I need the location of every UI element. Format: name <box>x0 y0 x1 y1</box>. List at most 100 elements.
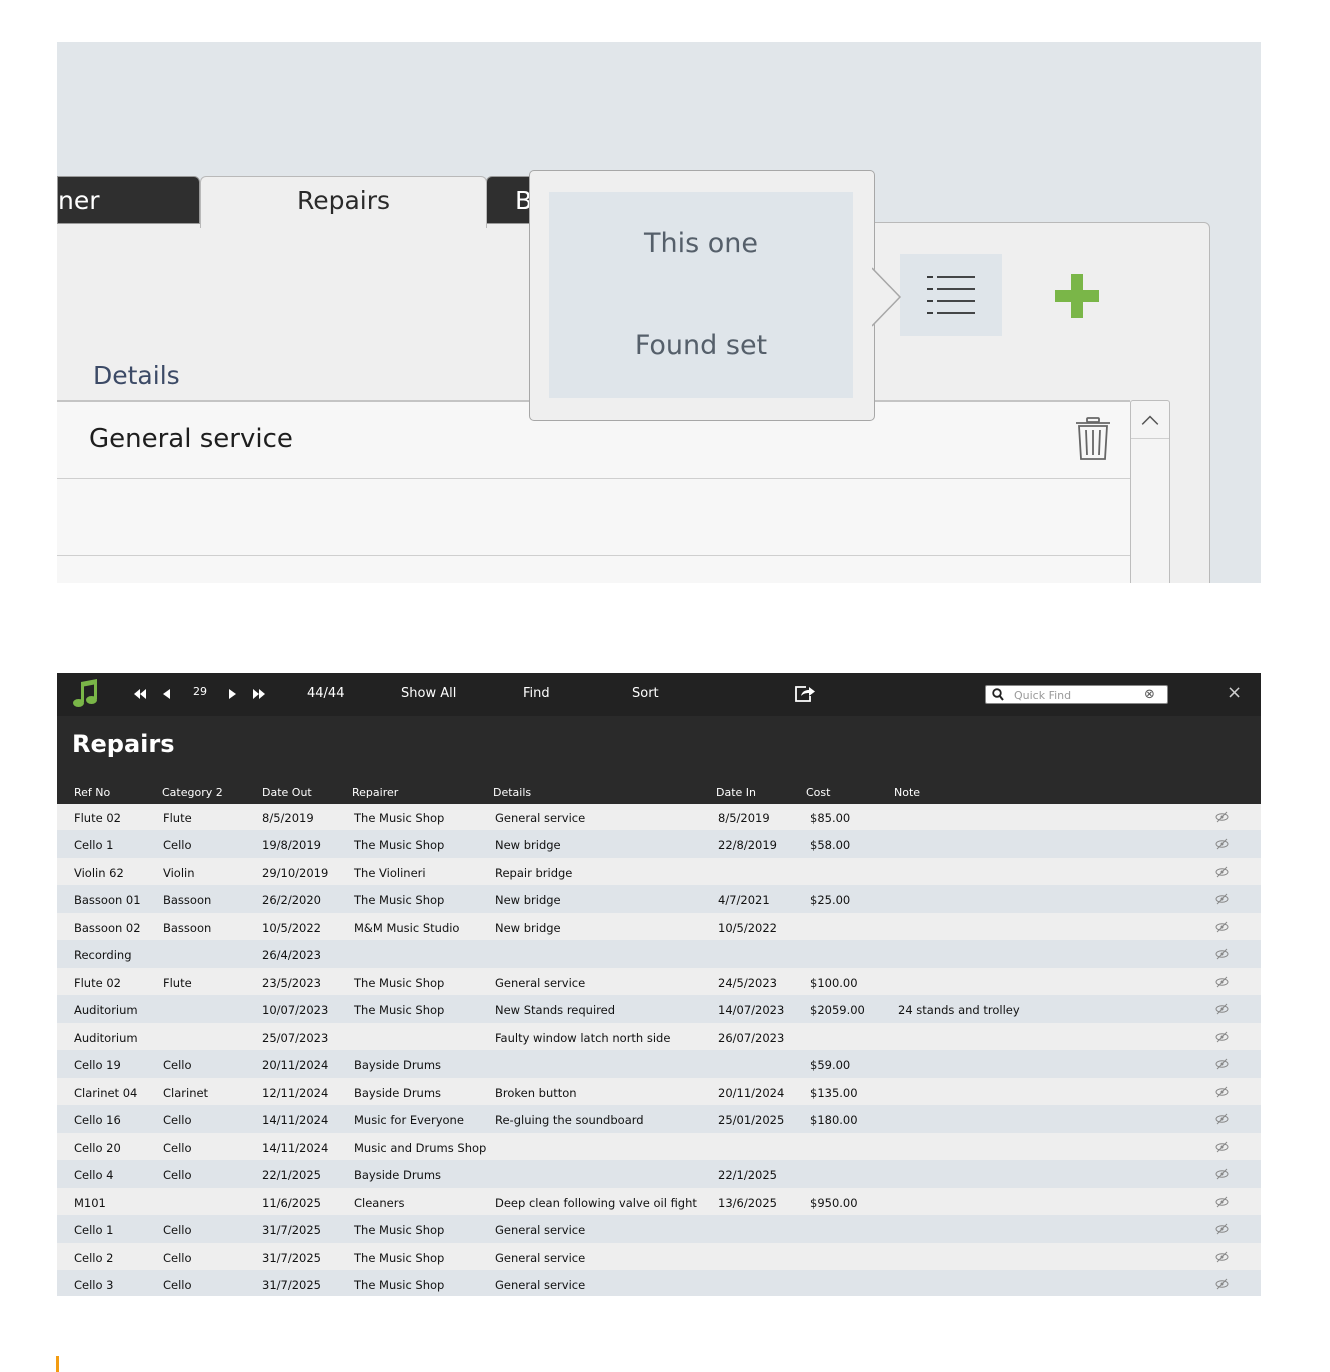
find-button[interactable]: Find <box>523 686 550 701</box>
hidden-eye-icon[interactable] <box>1215 1223 1229 1235</box>
table-cell: Flute 02 <box>74 975 121 990</box>
table-cell: 22/1/2025 <box>718 1168 777 1182</box>
table-row[interactable]: Flute 02 Flute 23/5/2023 The Music Shop Gene… <box>57 967 1261 995</box>
table-row[interactable]: Cello 19 Cello 20/11/2024 Bayside Drums $59.… <box>57 1050 1261 1078</box>
table-row[interactable]: Recording 26/4/2023 <box>57 940 1261 968</box>
hidden-eye-icon[interactable] <box>1215 948 1229 960</box>
hidden-eye-icon[interactable] <box>1215 1141 1229 1153</box>
popover-arrow <box>872 267 902 327</box>
table-cell: Cello <box>163 1140 192 1155</box>
table-row[interactable]: M101 11/6/2025 Cleaners Deep clean followin… <box>57 1187 1261 1215</box>
table-cell: Cello 19 <box>74 1058 121 1072</box>
column-header-repairer[interactable]: Repairer <box>352 786 398 799</box>
sort-button[interactable]: Sort <box>632 686 659 701</box>
hidden-eye-icon[interactable] <box>1215 1278 1229 1290</box>
show-all-button[interactable]: Show All <box>401 686 456 701</box>
status-toolbar: 29 44/44 Show All Find Sort ⊗ × <box>57 673 1261 716</box>
table-row[interactable]: Clarinet 04 Clarinet 12/11/2024 Bayside Dru… <box>57 1077 1261 1105</box>
table-row[interactable]: Cello 1 Cello 31/7/2025 The Music Shop Gener… <box>57 1215 1261 1243</box>
table-cell: Bassoon 01 <box>74 893 141 907</box>
hidden-eye-icon[interactable] <box>1215 1168 1229 1180</box>
table-cell: The Music Shop <box>354 1278 445 1292</box>
table-row[interactable]: Auditorium 10/07/2023 The Music Shop New St… <box>57 995 1261 1023</box>
tab-previous[interactable]: ner <box>57 176 200 224</box>
table-cell: The Music Shop <box>354 1003 445 1017</box>
hidden-eye-icon[interactable] <box>1215 893 1229 905</box>
details-row-empty[interactable] <box>57 479 1130 556</box>
column-header-date-out[interactable]: Date Out <box>262 786 312 799</box>
hidden-eye-icon[interactable] <box>1215 1113 1229 1125</box>
list-icon <box>927 276 975 314</box>
table-cell: New bridge <box>495 838 561 852</box>
column-header-details[interactable]: Details <box>493 786 531 799</box>
hidden-eye-icon[interactable] <box>1215 1058 1229 1070</box>
column-header-note[interactable]: Note <box>894 786 920 799</box>
details-row-text: General service <box>89 424 293 454</box>
table-cell: 20/11/2024 <box>718 1085 785 1100</box>
table-cell: Cello <box>163 1113 192 1127</box>
close-icon[interactable]: × <box>1227 682 1242 703</box>
table-cell: Cello 1 <box>74 1223 114 1237</box>
table-row[interactable]: Cello 2 Cello 31/7/2025 The Music Shop Gener… <box>57 1242 1261 1270</box>
previous-record-icon[interactable] <box>163 689 170 699</box>
portal-scrollbar[interactable] <box>1130 400 1170 583</box>
first-record-icon[interactable] <box>134 689 146 699</box>
list-button[interactable] <box>900 254 1002 336</box>
chevron-up-icon[interactable] <box>1131 401 1169 439</box>
table-cell: New bridge <box>495 893 561 907</box>
table-cell: 26/2/2020 <box>262 893 321 907</box>
table-row[interactable]: Bassoon 01 Bassoon 26/2/2020 The Music Shop… <box>57 885 1261 913</box>
table-cell: Clarinet 04 <box>74 1085 138 1100</box>
clear-search-icon[interactable]: ⊗ <box>1144 687 1155 702</box>
next-record-icon[interactable] <box>229 689 236 699</box>
column-header-cost[interactable]: Cost <box>806 786 830 799</box>
table-cell: 23/5/2023 <box>262 975 321 990</box>
column-header-date-in[interactable]: Date In <box>716 786 756 799</box>
table-cell: Broken button <box>495 1085 577 1100</box>
table-row[interactable]: Cello 16 Cello 14/11/2024 Music for Everyon… <box>57 1105 1261 1133</box>
table-row[interactable]: Cello 1 Cello 19/8/2019 The Music Shop New b… <box>57 830 1261 858</box>
hidden-eye-icon[interactable] <box>1215 976 1229 988</box>
table-cell: Auditorium <box>74 1030 138 1045</box>
plus-icon[interactable] <box>1053 272 1101 320</box>
tab-repairs-label: Repairs <box>296 186 391 215</box>
column-header-category[interactable]: Category 2 <box>162 786 223 799</box>
hidden-eye-icon[interactable] <box>1215 1086 1229 1098</box>
hidden-eye-icon[interactable] <box>1215 838 1229 850</box>
share-icon[interactable] <box>794 685 816 703</box>
quick-find-input[interactable] <box>1014 687 1144 703</box>
option-this-one[interactable]: This one <box>549 228 853 259</box>
hidden-eye-icon[interactable] <box>1215 1251 1229 1263</box>
hidden-eye-icon[interactable] <box>1215 866 1229 878</box>
table-cell: 31/7/2025 <box>262 1278 321 1292</box>
table-cell: 10/5/2022 <box>718 920 777 935</box>
table-cell: Cello 3 <box>74 1278 114 1292</box>
hidden-eye-icon[interactable] <box>1215 1196 1229 1208</box>
tab-repairs[interactable]: Repairs <box>200 176 487 228</box>
hidden-eye-icon[interactable] <box>1215 921 1229 933</box>
table-row[interactable]: Cello 20 Cello 14/11/2024 Music and Drums S… <box>57 1132 1261 1160</box>
quick-find-box[interactable]: ⊗ <box>985 685 1168 704</box>
trash-icon[interactable] <box>1073 416 1113 462</box>
table-cell: Cello <box>163 1058 192 1072</box>
table-row[interactable]: Flute 02 Flute 8/5/2019 The Music Shop Gener… <box>57 802 1261 830</box>
hidden-eye-icon[interactable] <box>1215 1003 1229 1015</box>
hidden-eye-icon[interactable] <box>1215 811 1229 823</box>
table-cell: $100.00 <box>810 975 858 990</box>
column-header-ref-no[interactable]: Ref No <box>74 786 110 799</box>
table-cell: The Music Shop <box>354 975 445 990</box>
table-row[interactable]: Cello 4 Cello 22/1/2025 Bayside Drums 22/1/2… <box>57 1160 1261 1188</box>
table-row[interactable]: Cello 3 Cello 31/7/2025 The Music Shop Gener… <box>57 1270 1261 1296</box>
table-cell: Cello 16 <box>74 1113 121 1127</box>
table-cell: Cello <box>163 1278 192 1292</box>
search-icon <box>992 688 1004 701</box>
tab-previous-label: ner <box>58 186 100 215</box>
hidden-eye-icon[interactable] <box>1215 1031 1229 1043</box>
current-record-number[interactable]: 29 <box>193 685 207 698</box>
table-row[interactable]: Violin 62 Violin 29/10/2019 The Violineri Re… <box>57 857 1261 885</box>
table-row[interactable]: Bassoon 02 Bassoon 10/5/2022 M&M Music Stud… <box>57 912 1261 940</box>
table-row[interactable]: Auditorium 25/07/2023 Faulty window latch … <box>57 1022 1261 1050</box>
last-record-icon[interactable] <box>253 689 265 699</box>
option-found-set[interactable]: Found set <box>549 330 853 361</box>
table-cell: Faulty window latch north side <box>495 1030 671 1045</box>
